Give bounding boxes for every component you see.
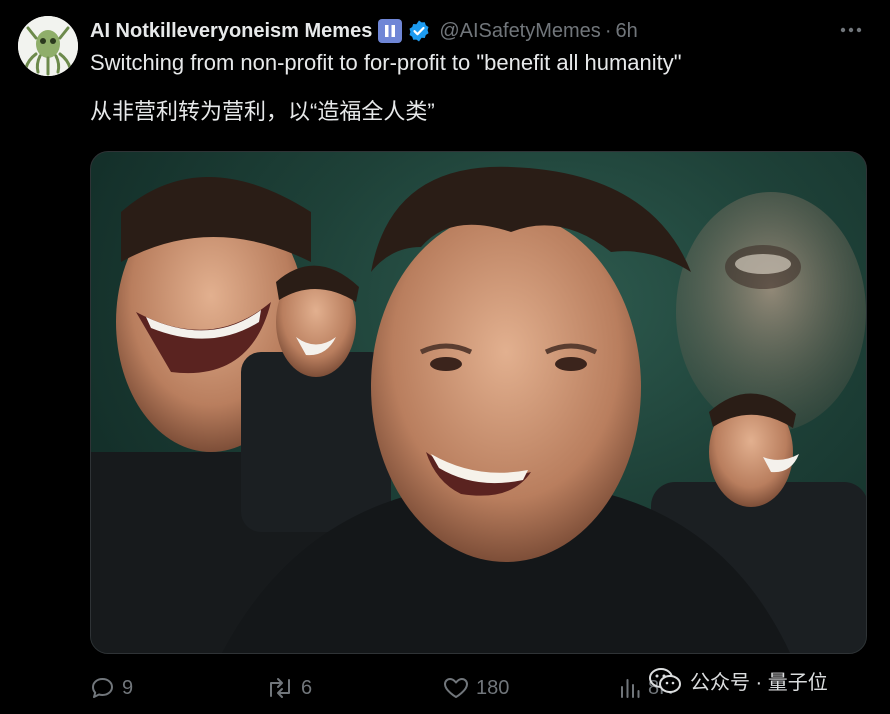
reply-count: 9 bbox=[122, 676, 134, 699]
author-handle[interactable]: @AISafetyMemes bbox=[439, 20, 600, 43]
post-text-chinese: 从非营利转为营利，以“造福全人类” bbox=[90, 99, 435, 124]
post-text-english: Switching from non-profit to for-profit … bbox=[90, 50, 682, 75]
wechat-icon bbox=[649, 667, 681, 693]
repost-icon bbox=[270, 678, 290, 698]
like-button[interactable]: 180 bbox=[442, 676, 509, 700]
like-count: 180 bbox=[476, 676, 510, 699]
avatar[interactable] bbox=[18, 16, 78, 76]
avatar-image bbox=[18, 16, 78, 76]
reply-button[interactable]: 9 bbox=[90, 676, 133, 700]
face-right-faded bbox=[676, 192, 866, 432]
verified-badge-icon bbox=[407, 19, 431, 43]
post-image[interactable] bbox=[90, 151, 867, 654]
repost-count: 6 bbox=[301, 676, 313, 699]
reply-icon bbox=[92, 678, 113, 698]
author-name[interactable]: AI Notkilleveryoneism Memes bbox=[90, 20, 372, 43]
pause-badge-icon bbox=[378, 19, 403, 43]
repost-button[interactable]: 6 bbox=[265, 676, 312, 700]
watermark-label: 公众号 · 量子位 bbox=[690, 672, 828, 694]
separator: · bbox=[604, 19, 612, 42]
more-icon[interactable] bbox=[838, 20, 864, 46]
wechat-watermark: 公众号 · 量子位 bbox=[648, 666, 828, 695]
post-time[interactable]: 6h bbox=[615, 20, 637, 43]
meme-collage bbox=[91, 166, 866, 653]
views-icon bbox=[621, 679, 640, 698]
post-header: AI Notkilleveryoneism Memes @AISafetyMem… bbox=[90, 18, 638, 44]
heart-icon bbox=[444, 678, 468, 698]
